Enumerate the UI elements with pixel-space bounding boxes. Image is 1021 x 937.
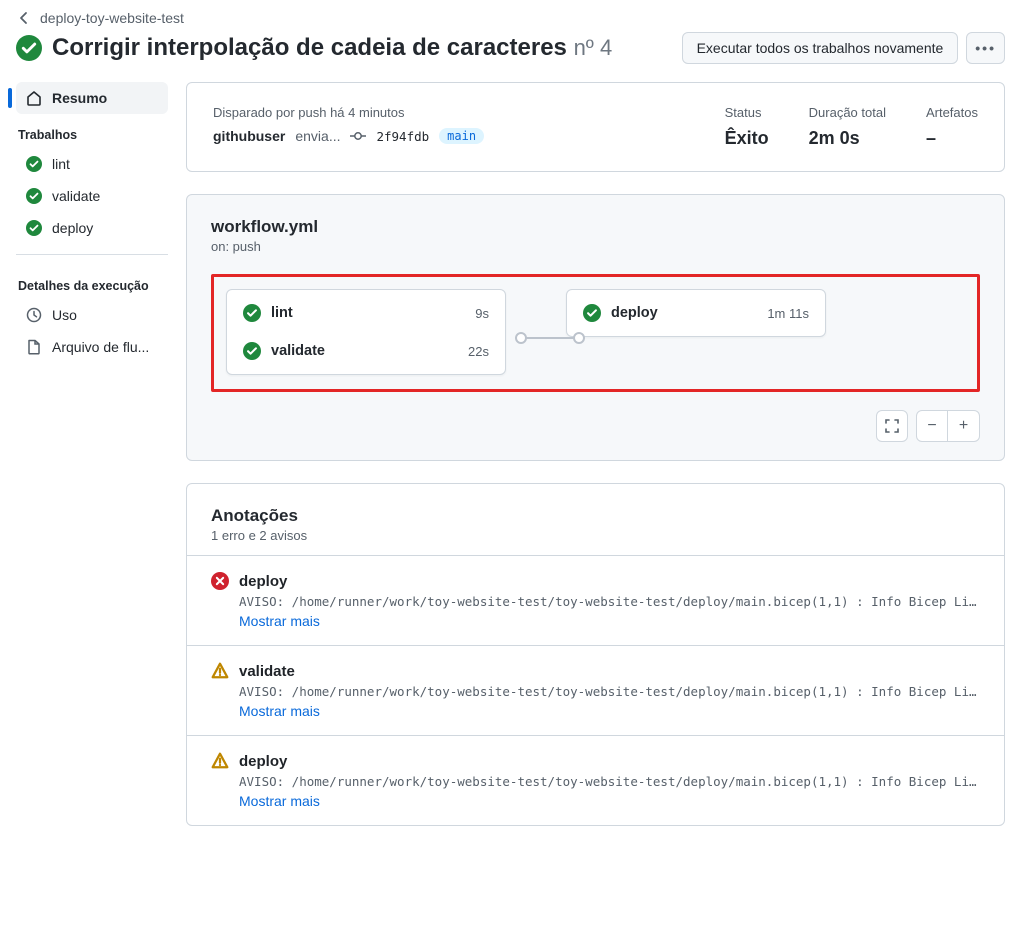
- job-group-2: deploy 1m 11s: [566, 289, 826, 337]
- sidebar-item-label: deploy: [52, 220, 93, 236]
- fullscreen-icon: [884, 418, 900, 434]
- branch-badge[interactable]: main: [439, 128, 484, 144]
- sidebar-item-label: Arquivo de flu...: [52, 339, 149, 355]
- artifacts-label: Artefatos: [926, 105, 978, 120]
- graph-connector: [521, 337, 579, 339]
- sidebar-item-validate[interactable]: validate: [16, 180, 168, 212]
- status-label: Status: [725, 105, 769, 120]
- job-name-label: lint: [271, 305, 293, 321]
- artifacts-value: –: [926, 128, 978, 149]
- workflow-graph-highlight: lint 9s validate 22s deploy 1m 11s: [211, 274, 980, 392]
- show-more-link[interactable]: Mostrar mais: [239, 613, 980, 629]
- sidebar-item-lint[interactable]: lint: [16, 148, 168, 180]
- warning-icon: [211, 662, 229, 680]
- summary-card: Disparado por push há 4 minutos githubus…: [186, 82, 1005, 172]
- check-circle-icon: [243, 304, 261, 322]
- sidebar-item-label: Resumo: [52, 90, 107, 106]
- annotations-card: Anotações 1 erro e 2 avisos deploy AVISO…: [186, 483, 1005, 826]
- check-circle-icon: [26, 188, 42, 204]
- more-actions-button[interactable]: •••: [966, 32, 1005, 64]
- file-icon: [26, 339, 42, 355]
- divider: [16, 254, 168, 255]
- workflow-file-name: workflow.yml: [211, 217, 980, 237]
- annotation-message: AVISO: /home/runner/work/toy-website-tes…: [239, 684, 980, 699]
- workflow-trigger: on: push: [211, 239, 980, 254]
- job-group-1: lint 9s validate 22s: [226, 289, 506, 375]
- rerun-all-button[interactable]: Executar todos os trabalhos novamente: [682, 32, 959, 64]
- action-verb: envia...: [295, 128, 340, 144]
- kebab-icon: •••: [975, 40, 996, 56]
- actor[interactable]: githubuser: [213, 128, 285, 144]
- workflow-run-title: Corrigir interpolação de cadeia de carac…: [52, 34, 567, 61]
- warning-icon: [211, 752, 229, 770]
- breadcrumb: deploy-toy-website-test: [16, 0, 1005, 28]
- annotation-job[interactable]: deploy: [239, 573, 287, 590]
- fullscreen-button[interactable]: [876, 410, 908, 442]
- job-duration: 22s: [468, 344, 489, 359]
- job-duration: 9s: [475, 306, 489, 321]
- sidebar-item-workflow-file[interactable]: Arquivo de flu...: [16, 331, 168, 363]
- sidebar-item-label: validate: [52, 188, 100, 204]
- zoom-out-button[interactable]: −: [916, 410, 948, 442]
- arrow-left-icon[interactable]: [16, 10, 32, 26]
- check-circle-icon: [16, 35, 42, 61]
- annotation-message: AVISO: /home/runner/work/toy-website-tes…: [239, 774, 980, 789]
- sidebar-item-summary[interactable]: Resumo: [16, 82, 168, 114]
- job-name-label: deploy: [611, 305, 658, 321]
- workflow-graph-card: workflow.yml on: push lint 9s validate: [186, 194, 1005, 461]
- annotation-item: deploy AVISO: /home/runner/work/toy-webs…: [187, 735, 1004, 825]
- sidebar-item-deploy[interactable]: deploy: [16, 212, 168, 244]
- annotations-subtitle: 1 erro e 2 avisos: [211, 528, 980, 543]
- check-circle-icon: [26, 156, 42, 172]
- sidebar-heading-details: Detalhes da execução: [16, 265, 168, 299]
- job-node-deploy[interactable]: deploy 1m 11s: [567, 294, 825, 332]
- annotation-job[interactable]: deploy: [239, 753, 287, 770]
- annotations-title: Anotações: [211, 506, 980, 526]
- check-circle-icon: [26, 220, 42, 236]
- page-title: Corrigir interpolação de cadeia de carac…: [52, 34, 612, 62]
- breadcrumb-link[interactable]: deploy-toy-website-test: [40, 10, 184, 26]
- zoom-in-button[interactable]: +: [948, 410, 980, 442]
- show-more-link[interactable]: Mostrar mais: [239, 703, 980, 719]
- sidebar-item-label: Uso: [52, 307, 77, 323]
- check-circle-icon: [583, 304, 601, 322]
- annotation-item: deploy AVISO: /home/runner/work/toy-webs…: [187, 555, 1004, 645]
- triggered-label: Disparado por push há 4 minutos: [213, 105, 685, 120]
- job-node-validate[interactable]: validate 22s: [227, 332, 505, 370]
- check-circle-icon: [243, 342, 261, 360]
- sidebar-heading-jobs: Trabalhos: [16, 114, 168, 148]
- home-icon: [26, 90, 42, 106]
- clock-icon: [26, 307, 42, 323]
- sidebar: Resumo Trabalhos lint validate deploy De…: [16, 82, 168, 848]
- annotation-item: validate AVISO: /home/runner/work/toy-we…: [187, 645, 1004, 735]
- duration-label: Duração total: [809, 105, 886, 120]
- status-value: Êxito: [725, 128, 769, 149]
- job-name-label: validate: [271, 343, 325, 359]
- annotation-job[interactable]: validate: [239, 663, 295, 680]
- x-circle-icon: [211, 572, 229, 590]
- show-more-link[interactable]: Mostrar mais: [239, 793, 980, 809]
- job-duration: 1m 11s: [767, 306, 809, 321]
- commit-sha[interactable]: 2f94fdb: [376, 129, 429, 144]
- duration-value: 2m 0s: [809, 128, 886, 149]
- sidebar-item-usage[interactable]: Uso: [16, 299, 168, 331]
- run-number: nº 4: [574, 35, 613, 60]
- job-node-lint[interactable]: lint 9s: [227, 294, 505, 332]
- sidebar-item-label: lint: [52, 156, 70, 172]
- commit-icon: [350, 128, 366, 144]
- annotation-message: AVISO: /home/runner/work/toy-website-tes…: [239, 594, 980, 609]
